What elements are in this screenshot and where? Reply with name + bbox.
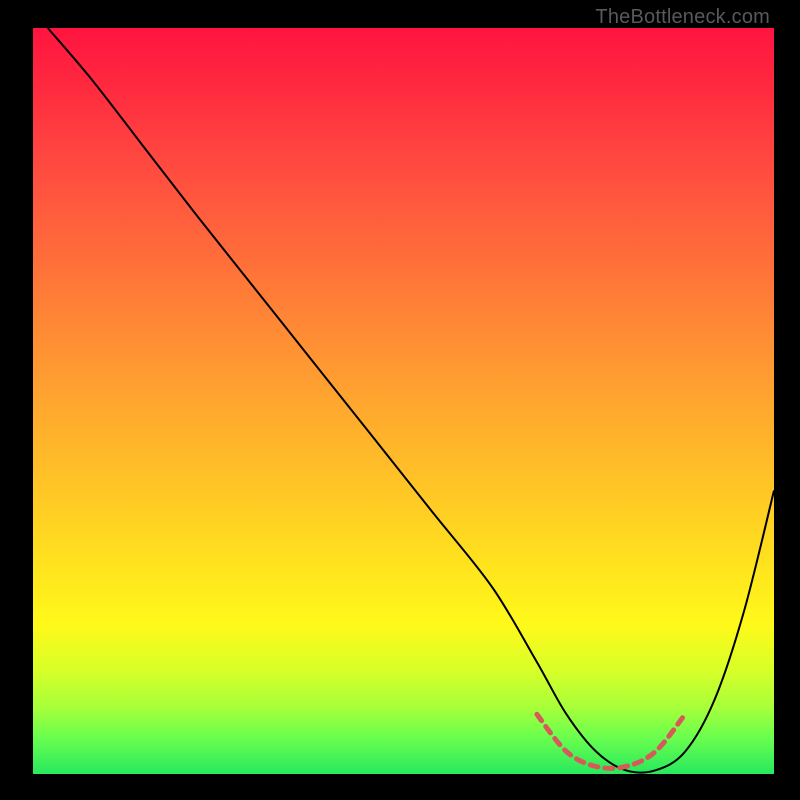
watermark-text: TheBottleneck.com [595,6,770,29]
black-curve [48,28,774,773]
chart-plot-area [33,28,774,774]
red-dashed-valley [537,714,685,768]
chart-svg [33,28,774,774]
